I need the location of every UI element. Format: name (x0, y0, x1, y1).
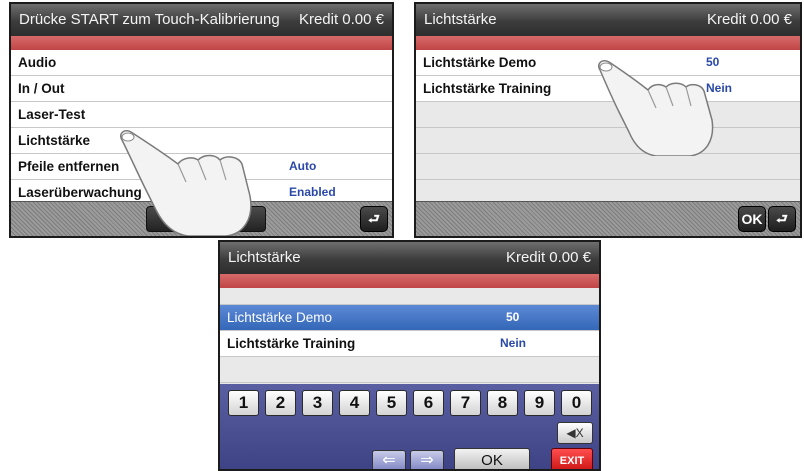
key-6[interactable]: 6 (413, 390, 444, 416)
list-item-label: Lichtstärke Training (227, 336, 356, 351)
list-item-value: Auto (289, 159, 317, 173)
settings-menu-screen: Drücke START zum Touch-Kalibrierung Kred… (9, 2, 394, 238)
list-item-lichtstaerke-training[interactable]: Lichtstärke Training Nein (416, 76, 800, 102)
return-arrow-icon: ⮐ (776, 211, 788, 226)
settings-list: Lichtstärke Demo 50 Lichtstärke Training… (416, 50, 800, 206)
list-item-pfeile-entfernen[interactable]: Pfeile entfernen Auto (11, 154, 392, 180)
list-item-in-out[interactable]: In / Out (11, 76, 392, 102)
accent-bar (416, 36, 800, 50)
list-item-label: Audio (18, 55, 57, 70)
screen-title: Lichtstärke (228, 249, 301, 266)
accent-bar (220, 274, 599, 288)
exit-button[interactable]: EXIT (551, 448, 593, 469)
list-item-label: Lichtstärke (18, 133, 91, 148)
brightness-keypad-screen: Lichtstärke Kredit 0.00 € Lichtstärke De… (218, 240, 601, 471)
list-item-label: Lichtstärke Demo (423, 55, 537, 70)
credit-display: Kredit 0.00 € (505, 249, 591, 266)
list-item-lichtstaerke-demo[interactable]: Lichtstärke Demo 50 (220, 305, 599, 331)
key-5[interactable]: 5 (376, 390, 407, 416)
bottom-bar: OK ⮐ (416, 201, 800, 236)
list-item-value: Nein (706, 81, 733, 95)
key-3[interactable]: 3 (302, 390, 333, 416)
key-0[interactable]: 0 (561, 390, 592, 416)
title-bar: Drücke START zum Touch-Kalibrierung Kred… (11, 4, 392, 36)
key-4[interactable]: 4 (339, 390, 370, 416)
ok-button[interactable]: OK (738, 206, 766, 232)
key-9[interactable]: 9 (524, 390, 555, 416)
list-item-lichtstaerke[interactable]: Lichtstärke (11, 128, 392, 154)
list-item-label: Lichtstärke Demo (227, 310, 333, 325)
return-button[interactable]: ⮐ (768, 206, 796, 232)
key-7[interactable]: 7 (450, 390, 481, 416)
empty-row (416, 128, 800, 154)
list-item-label: Laser-Test (18, 107, 86, 122)
list-item-value: 50 (706, 55, 720, 69)
title-bar: Lichtstärke Kredit 0.00 € (416, 4, 800, 36)
list-item-value: Nein (500, 336, 527, 350)
ok-button[interactable]: OK (454, 448, 530, 469)
screen-title: Lichtstärke (424, 11, 497, 28)
list-item-label: Pfeile entfernen (18, 159, 120, 174)
right-arrow-key[interactable]: ⇒ (410, 450, 444, 469)
bottom-bar: Back later ⮐ (11, 201, 392, 236)
list-item-value: 50 (506, 310, 520, 324)
credit-display: Kredit 0.00 € (298, 11, 384, 28)
credit-display: Kredit 0.00 € (706, 11, 792, 28)
accent-bar (11, 36, 392, 50)
back-button[interactable]: Back later (146, 206, 266, 232)
list-item-label: Lichtstärke Training (423, 81, 552, 96)
return-button[interactable]: ⮐ (360, 206, 388, 232)
key-8[interactable]: 8 (487, 390, 518, 416)
key-2[interactable]: 2 (265, 390, 296, 416)
list-item-lichtstaerke-training[interactable]: Lichtstärke Training Nein (220, 331, 599, 357)
empty-row (416, 154, 800, 180)
title-bar: Lichtstärke Kredit 0.00 € (220, 242, 599, 274)
empty-row (416, 102, 800, 128)
left-arrow-key[interactable]: ⇐ (372, 450, 406, 469)
list-item-label: In / Out (18, 81, 65, 96)
empty-row (220, 288, 599, 305)
list-item-audio[interactable]: Audio (11, 50, 392, 76)
brightness-settings-screen: Lichtstärke Kredit 0.00 € Lichtstärke De… (414, 2, 802, 238)
numeric-keypad: 1 2 3 4 5 6 7 8 9 0 ◀X ⇐ ⇒ OK EXIT (220, 384, 599, 469)
screen-title: Drücke START zum Touch-Kalibrierung (19, 11, 280, 28)
return-arrow-icon: ⮐ (368, 211, 380, 226)
settings-list: Audio In / Out Laser-Test Lichtstärke Pf… (11, 50, 392, 206)
list-item-lichtstaerke-demo[interactable]: Lichtstärke Demo 50 (416, 50, 800, 76)
key-1[interactable]: 1 (228, 390, 259, 416)
list-item-laser-test[interactable]: Laser-Test (11, 102, 392, 128)
backspace-key[interactable]: ◀X (557, 422, 593, 444)
empty-row (220, 357, 599, 383)
